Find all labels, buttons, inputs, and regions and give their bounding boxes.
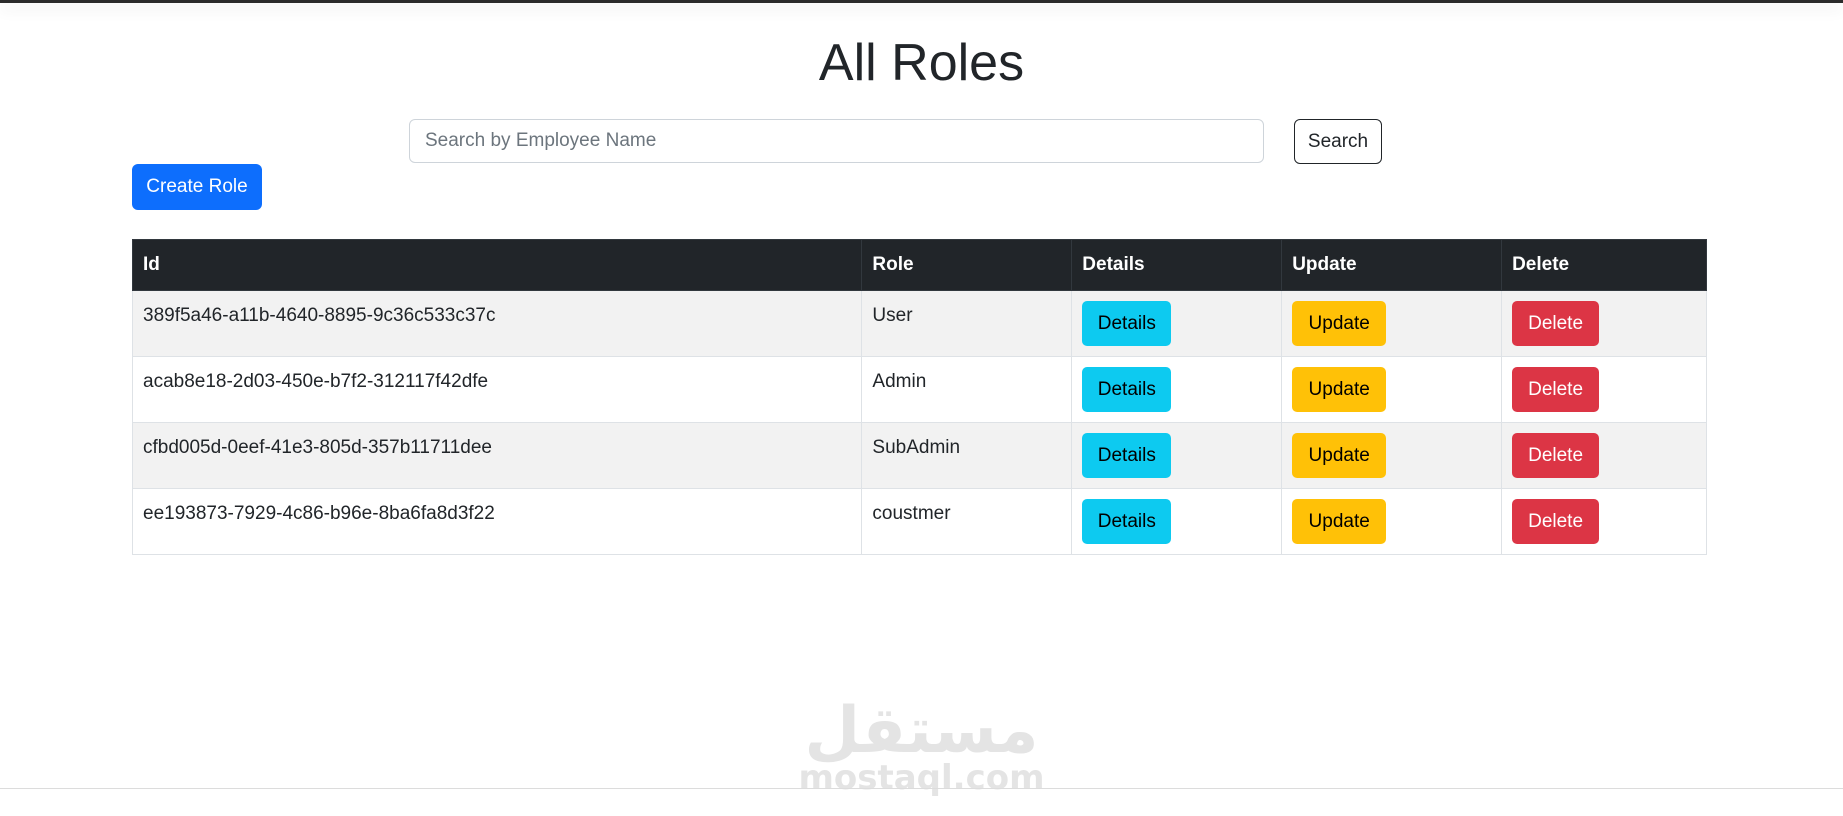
details-cell: Details [1071,488,1283,555]
update-cell: Update [1281,290,1503,357]
role-id-cell: ee193873-7929-4c86-b96e-8ba6fa8d3f22 [131,488,863,555]
role-name-cell: Admin [861,356,1073,423]
table-row: 389f5a46-a11b-4640-8895-9c36c533c37c Use… [131,290,1707,357]
watermark-latin-text: mostaql.com [798,758,1045,798]
details-button[interactable]: Details [1082,367,1172,412]
table-row: cfbd005d-0eef-41e3-805d-357b11711dee Sub… [131,422,1707,489]
details-button[interactable]: Details [1082,301,1172,346]
bottom-divider [0,788,1843,789]
details-button[interactable]: Details [1082,499,1172,544]
role-id-cell: cfbd005d-0eef-41e3-805d-357b11711dee [131,422,863,489]
top-bar-shadow [0,0,1843,3]
delete-button[interactable]: Delete [1512,433,1600,478]
details-cell: Details [1071,356,1283,423]
column-header-id: Id [131,239,863,291]
role-id-cell: acab8e18-2d03-450e-b7f2-312117f42dfe [131,356,863,423]
delete-button[interactable]: Delete [1512,367,1600,412]
update-button[interactable]: Update [1292,499,1387,544]
delete-button[interactable]: Delete [1512,301,1600,346]
delete-cell: Delete [1501,290,1707,357]
search-button[interactable]: Search [1294,119,1382,164]
delete-cell: Delete [1501,356,1707,423]
column-header-update: Update [1281,239,1503,291]
delete-button[interactable]: Delete [1512,499,1600,544]
column-header-delete: Delete [1501,239,1707,291]
role-id-cell: 389f5a46-a11b-4640-8895-9c36c533c37c [131,290,863,357]
details-cell: Details [1071,422,1283,489]
page-title: All Roles [818,34,1025,92]
search-input[interactable] [409,119,1264,163]
details-cell: Details [1071,290,1283,357]
update-cell: Update [1281,356,1503,423]
update-cell: Update [1281,422,1503,489]
role-name-cell: User [861,290,1073,357]
details-button[interactable]: Details [1082,433,1172,478]
watermark-arabic-text: مستقل [804,694,1039,768]
update-button[interactable]: Update [1292,301,1387,346]
column-header-role: Role [861,239,1073,291]
table-header-row: Id Role Details Update Delete [131,239,1707,291]
table-row: acab8e18-2d03-450e-b7f2-312117f42dfe Adm… [131,356,1707,423]
table-row: ee193873-7929-4c86-b96e-8ba6fa8d3f22 cou… [131,488,1707,555]
role-name-cell: coustmer [861,488,1073,555]
mostaql-watermark: مستقل mostaql.com [0,696,1843,796]
update-button[interactable]: Update [1292,367,1387,412]
update-cell: Update [1281,488,1503,555]
delete-cell: Delete [1501,488,1707,555]
delete-cell: Delete [1501,422,1707,489]
update-button[interactable]: Update [1292,433,1387,478]
column-header-details: Details [1071,239,1283,291]
create-role-button[interactable]: Create Role [132,164,262,210]
role-name-cell: SubAdmin [861,422,1073,489]
roles-table: Id Role Details Update Delete 389f5a46-a… [131,239,1707,555]
